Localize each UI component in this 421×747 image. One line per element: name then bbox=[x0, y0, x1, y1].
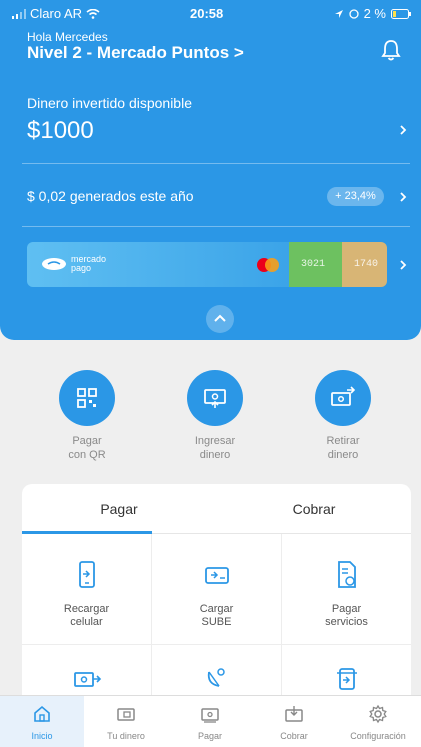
transfer-button[interactable] bbox=[22, 666, 151, 697]
nav-inicio[interactable]: Inicio bbox=[0, 696, 84, 747]
level-link[interactable]: Nivel 2 - Mercado Puntos > bbox=[27, 43, 244, 63]
clock: 20:58 bbox=[190, 6, 224, 21]
invested-amount[interactable]: $1000 bbox=[27, 117, 94, 145]
receive-icon bbox=[285, 706, 303, 722]
service-label: Cargar bbox=[199, 603, 234, 615]
service-label: Pagar bbox=[331, 603, 362, 615]
grid-divider bbox=[22, 644, 411, 645]
card-number: 3021 bbox=[301, 259, 326, 270]
gear-icon bbox=[369, 704, 387, 724]
bus-ticket-icon bbox=[336, 668, 357, 690]
action-label: dinero bbox=[327, 449, 359, 461]
mercado-pago-logo: mercado pago bbox=[41, 255, 106, 273]
yield-badge: + 23,4% bbox=[327, 187, 384, 206]
nav-label: Cobrar bbox=[280, 731, 308, 741]
pay-services-button[interactable]: Pagar servicios bbox=[282, 560, 411, 629]
withdraw-icon bbox=[331, 386, 356, 406]
service-label: SUBE bbox=[201, 616, 232, 628]
active-tab-indicator bbox=[22, 531, 152, 534]
nav-pagar[interactable]: Pagar bbox=[168, 696, 252, 747]
action-circle[interactable] bbox=[59, 370, 115, 426]
divider bbox=[22, 163, 410, 164]
bell-icon[interactable] bbox=[380, 38, 402, 62]
carrier-name: Claro AR bbox=[30, 6, 83, 21]
pay-qr-button[interactable]: Pagar con QR bbox=[32, 370, 142, 462]
service-label: Recargar bbox=[63, 603, 110, 615]
nav-tu-dinero[interactable]: Tu dinero bbox=[84, 696, 168, 747]
expand-button[interactable] bbox=[206, 305, 234, 333]
chevron-up-icon bbox=[214, 314, 226, 322]
carrier-info: Claro AR bbox=[12, 6, 100, 21]
nav-configuracion[interactable]: Configuración bbox=[336, 696, 421, 747]
location-icon bbox=[334, 9, 343, 18]
invested-label: Dinero invertido disponible bbox=[27, 95, 192, 111]
deposit-icon bbox=[204, 389, 226, 408]
status-bar: Claro AR 20:58 2 % bbox=[0, 0, 421, 26]
recharge-phone-button[interactable]: Recargar celular bbox=[22, 560, 151, 629]
satellite-dish-icon bbox=[207, 668, 225, 687]
chevron-right-icon[interactable] bbox=[398, 190, 408, 204]
service-label: servicios bbox=[325, 616, 368, 628]
deposit-money-button[interactable]: Ingresar dinero bbox=[160, 370, 270, 462]
qr-code-icon bbox=[77, 388, 97, 408]
greeting: Hola Mercedes bbox=[27, 30, 108, 44]
status-right: 2 % bbox=[334, 6, 411, 21]
satellite-tv-button[interactable] bbox=[152, 666, 281, 697]
card-gold[interactable]: 1740 bbox=[342, 242, 387, 287]
withdraw-money-button[interactable]: Retirar dinero bbox=[288, 370, 398, 462]
action-label: Pagar bbox=[72, 435, 102, 447]
nav-label: Configuración bbox=[350, 731, 406, 741]
bill-icon bbox=[337, 561, 356, 588]
action-label: con QR bbox=[68, 449, 106, 461]
divider bbox=[22, 226, 410, 227]
phone-recharge-icon bbox=[78, 561, 95, 588]
action-circle[interactable] bbox=[187, 370, 243, 426]
cards-carousel[interactable]: mercado pago 3021 1740 bbox=[27, 242, 387, 287]
money-transfer-icon bbox=[73, 672, 101, 687]
transit-card-icon bbox=[204, 567, 229, 584]
mastercard-logo-icon bbox=[257, 258, 279, 272]
bottom-nav: Inicio Tu dinero Pagar Cobrar Configurac… bbox=[0, 695, 421, 747]
payments-panel: Pagar Cobrar Recargar celular Cargar SUBE … bbox=[22, 484, 411, 724]
tab-pagar[interactable]: Pagar bbox=[22, 484, 216, 534]
chevron-right-icon[interactable] bbox=[398, 123, 408, 137]
tab-cobrar[interactable]: Cobrar bbox=[217, 484, 411, 534]
card-number: 1740 bbox=[354, 259, 379, 270]
wifi-icon bbox=[86, 8, 100, 19]
lock-rotation-icon bbox=[348, 8, 359, 19]
generated-label[interactable]: $ 0,02 generados este año bbox=[27, 188, 194, 204]
nav-label: Pagar bbox=[197, 731, 223, 741]
chevron-right-icon[interactable] bbox=[398, 258, 408, 272]
brand-bottom: pago bbox=[71, 263, 92, 273]
action-label: dinero bbox=[199, 449, 231, 461]
nav-label: Inicio bbox=[31, 731, 53, 741]
battery-icon bbox=[391, 8, 411, 19]
action-label: Ingresar bbox=[194, 435, 236, 447]
signal-icon bbox=[12, 8, 26, 19]
battery-percent: 2 % bbox=[363, 6, 386, 21]
transport-button[interactable] bbox=[282, 666, 411, 697]
action-circle[interactable] bbox=[315, 370, 371, 426]
mercado-pago-card[interactable]: mercado pago bbox=[27, 242, 297, 287]
pay-icon bbox=[201, 708, 219, 723]
wallet-icon bbox=[117, 708, 135, 721]
handshake-icon bbox=[42, 258, 66, 270]
service-label: celular bbox=[70, 616, 103, 628]
load-sube-button[interactable]: Cargar SUBE bbox=[152, 560, 281, 629]
card-green[interactable]: 3021 bbox=[289, 242, 349, 287]
nav-cobrar[interactable]: Cobrar bbox=[252, 696, 336, 747]
home-icon bbox=[34, 705, 50, 722]
account-header: Claro AR 20:58 2 % Hola Mercedes Nivel 2… bbox=[0, 0, 421, 340]
action-label: Retirar bbox=[326, 435, 360, 447]
nav-label: Tu dinero bbox=[107, 731, 145, 741]
